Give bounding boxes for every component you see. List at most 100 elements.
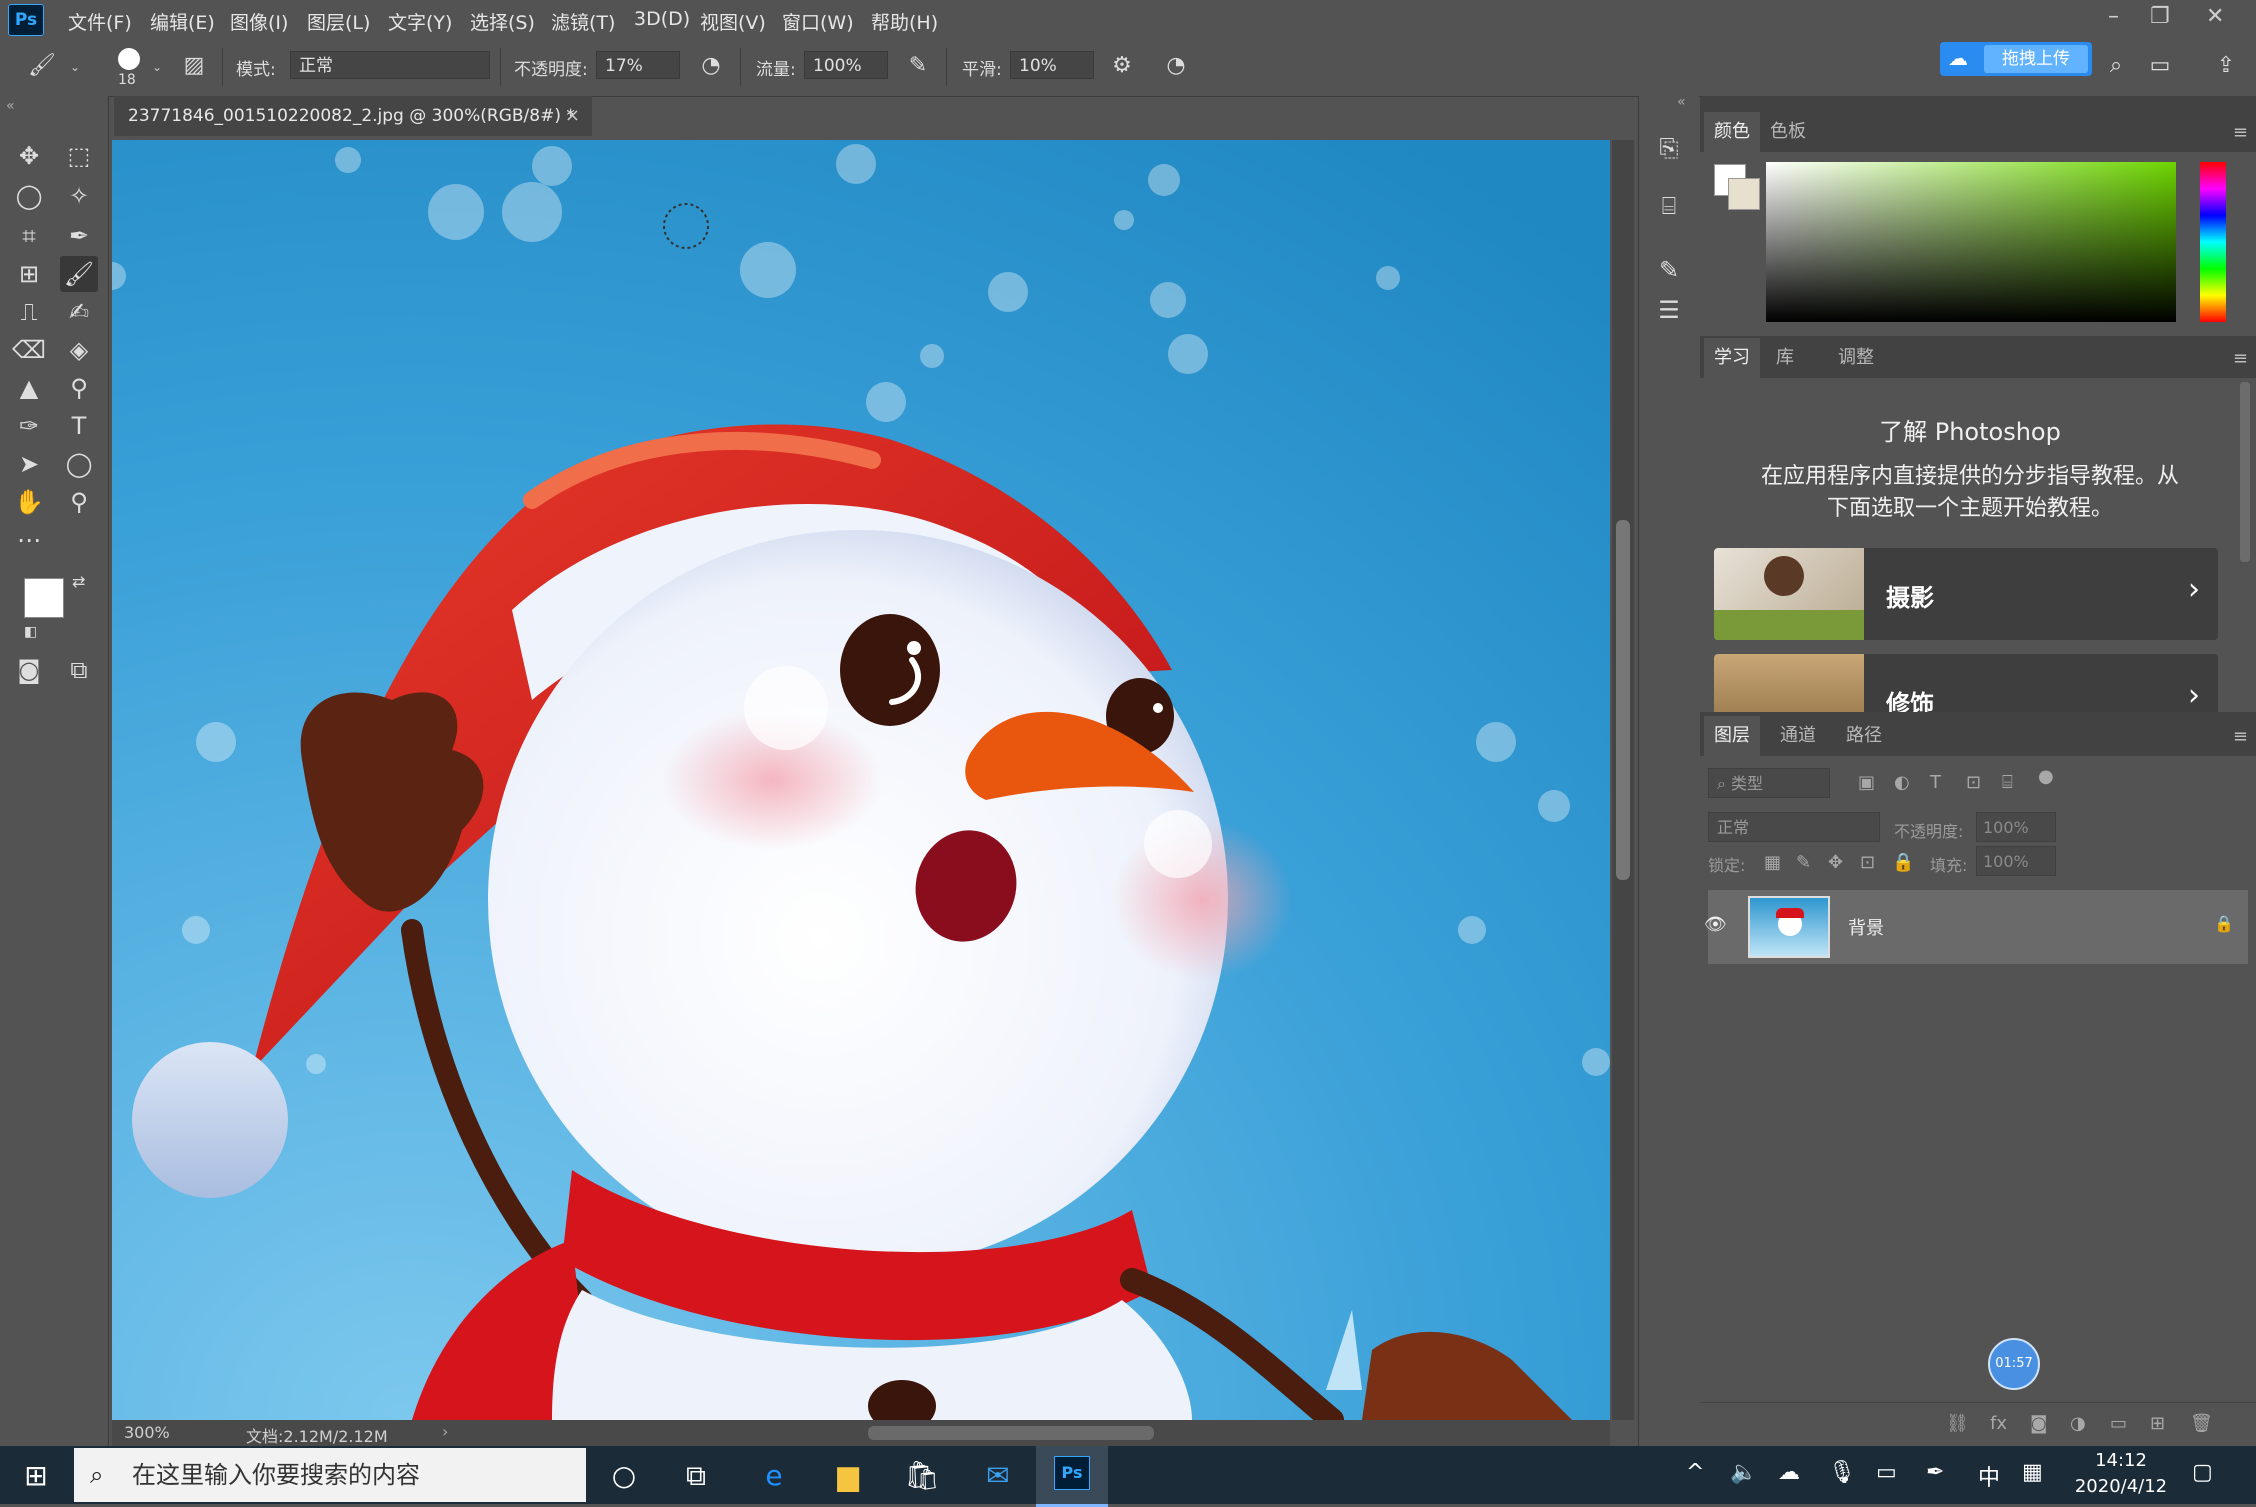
filter-type-icon[interactable]: T [1930,772,1941,793]
collapse-icon[interactable]: « [6,98,15,114]
filter-pixel-icon[interactable]: ▣ [1858,772,1875,793]
screen-mode-icon[interactable]: ⧉ [60,652,98,688]
menu-image[interactable]: 图像(I) [230,8,288,35]
panel-menu-icon[interactable]: ≡ [2233,726,2248,747]
airbrush-icon[interactable]: ✎ [904,52,932,80]
workspace-icon[interactable]: ▭ [2146,52,2174,80]
edge-browser-icon[interactable]: e [752,1456,796,1496]
photoshop-taskbar-button[interactable]: Ps [1036,1446,1108,1507]
quick-mask-icon[interactable]: ◙ [10,652,48,688]
type-icon[interactable]: T [60,408,98,444]
windows-start-icon[interactable]: ⊞ [14,1456,58,1496]
dodge-icon[interactable]: ⚲ [60,370,98,406]
default-colors-icon[interactable]: ◧ [24,624,37,640]
hand-icon[interactable]: ✋ [10,484,48,520]
frame-tool-icon[interactable]: ⊞ [10,256,48,292]
fx-icon[interactable]: fx [1990,1413,2007,1434]
menu-window[interactable]: 窗口(W) [782,8,854,35]
fill-field[interactable]: 100% [1976,846,2056,876]
foreground-color-swatch[interactable] [24,578,64,618]
panel-menu-icon[interactable]: ≡ [2233,122,2248,143]
lock-transparent-icon[interactable]: ▦ [1764,852,1781,873]
lock-image-icon[interactable]: ✎ [1796,852,1811,873]
menu-filter[interactable]: 滤镜(T) [551,8,615,35]
color-field[interactable] [1766,162,2176,322]
layer-opacity-field[interactable]: 100% [1976,812,2056,842]
tab-channels[interactable]: 通道 [1770,716,1826,756]
zoom-level[interactable]: 300% [124,1423,170,1442]
filter-adjust-icon[interactable]: ◐ [1894,772,1910,793]
eye-visibility-icon[interactable]: 👁 [1704,914,1727,935]
menu-layer[interactable]: 图层(L) [307,8,370,35]
close-tab-icon[interactable]: × [565,96,580,136]
pressure-opacity-icon[interactable]: ◔ [697,52,725,80]
layer-row[interactable]: 👁 背景 🔒 [1704,890,2248,964]
timer-badge[interactable]: 01:57 [1988,1338,2040,1390]
adjust-panel-icon[interactable]: ☰ [1651,292,1687,328]
filter-shape-icon[interactable]: ⊡ [1966,772,1981,793]
brush-settings-icon[interactable]: ✎ [1651,252,1687,288]
eyedropper-icon[interactable]: ✒ [60,218,98,254]
share-icon[interactable]: ⇪ [2212,52,2240,80]
pen-icon[interactable]: ✑ [10,408,48,444]
image-canvas[interactable] [112,140,1610,1420]
learn-scrollbar[interactable] [2240,382,2250,562]
lock-all-icon[interactable]: 🔒 [1892,852,1914,873]
menu-file[interactable]: 文件(F) [68,8,132,35]
clock-date[interactable]: 2020/4/12 [2070,1476,2172,1497]
collapse-dock-icon[interactable]: « [1677,94,1686,110]
keyboard-layout-icon[interactable]: ▦ [2022,1460,2043,1485]
bg-color-chip[interactable] [1728,178,1760,210]
pressure-size-icon[interactable]: ◔ [1162,52,1190,80]
menu-view[interactable]: 视图(V) [700,8,766,35]
pen-icon[interactable]: ✒ [1926,1460,1944,1485]
history-brush-icon[interactable]: ✍ [60,294,98,330]
blend-mode-select[interactable]: 正常 [1708,812,1880,842]
input-method-indicator[interactable]: 中 [1978,1460,2000,1492]
brush-tip-icon[interactable] [118,48,140,70]
menu-help[interactable]: 帮助(H) [871,8,938,35]
volume-icon[interactable]: 🔈 [1730,1460,1757,1485]
onedrive-icon[interactable]: ☁ [1778,1460,1800,1485]
tab-libraries[interactable]: 库 [1766,338,1804,378]
tab-color[interactable]: 颜色 [1704,112,1760,152]
upload-button[interactable]: ☁ 拖拽上传 [1940,42,2092,76]
tab-learn[interactable]: 学习 [1704,338,1760,378]
trash-icon[interactable]: 🗑 [2190,1413,2213,1434]
cortana-icon[interactable]: ○ [602,1456,646,1496]
more-tools-icon[interactable]: ⋯ [10,522,48,558]
task-view-icon[interactable]: ⧉ [674,1456,718,1496]
close-window-icon[interactable]: ✕ [2206,4,2224,29]
gear-icon[interactable]: ⚙ [1108,52,1136,80]
lock-position-icon[interactable]: ✥ [1828,852,1843,873]
eraser-icon[interactable]: ⌫ [10,332,48,368]
flow-field[interactable]: 100% [804,51,888,79]
group-folder-icon[interactable]: ▭ [2110,1413,2127,1434]
learn-card-retouch[interactable]: 修饰 › [1714,654,2218,712]
stamp-icon[interactable]: ⎍ [10,294,48,330]
history-panel-icon[interactable]: ⎘ [1651,130,1687,166]
chevron-down-icon[interactable]: ⌄ [152,60,162,74]
tab-layers[interactable]: 图层 [1704,716,1760,756]
horizontal-scroll-thumb[interactable] [868,1426,1154,1440]
store-icon[interactable]: 🛍 [900,1456,944,1496]
mode-select[interactable]: 正常 [290,51,490,79]
tab-paths[interactable]: 路径 [1836,716,1892,756]
menu-3d[interactable]: 3D(D) [634,8,690,30]
lock-artboard-icon[interactable]: ⊡ [1860,852,1875,873]
new-layer-icon[interactable]: ⊞ [2150,1413,2165,1434]
brush-icon[interactable]: 🖌 [60,256,98,292]
paint-bucket-icon[interactable]: ◈ [60,332,98,368]
chevron-down-icon[interactable]: ⌄ [70,60,80,74]
search-icon[interactable]: ⌕ [2102,52,2130,80]
blur-icon[interactable]: ▲ [10,370,48,406]
notification-icon[interactable]: ▢ [2192,1460,2213,1485]
clock-time[interactable]: 14:12 [2076,1450,2166,1471]
zoom-icon[interactable]: ⚲ [60,484,98,520]
microphone-icon[interactable]: 🎙 [1828,1460,1856,1485]
hue-slider[interactable] [2200,162,2226,322]
swap-colors-icon[interactable]: ⇄ [72,572,85,591]
path-select-icon[interactable]: ➤ [10,446,48,482]
menu-select[interactable]: 选择(S) [470,8,535,35]
magic-wand-icon[interactable]: ✧ [60,178,98,214]
